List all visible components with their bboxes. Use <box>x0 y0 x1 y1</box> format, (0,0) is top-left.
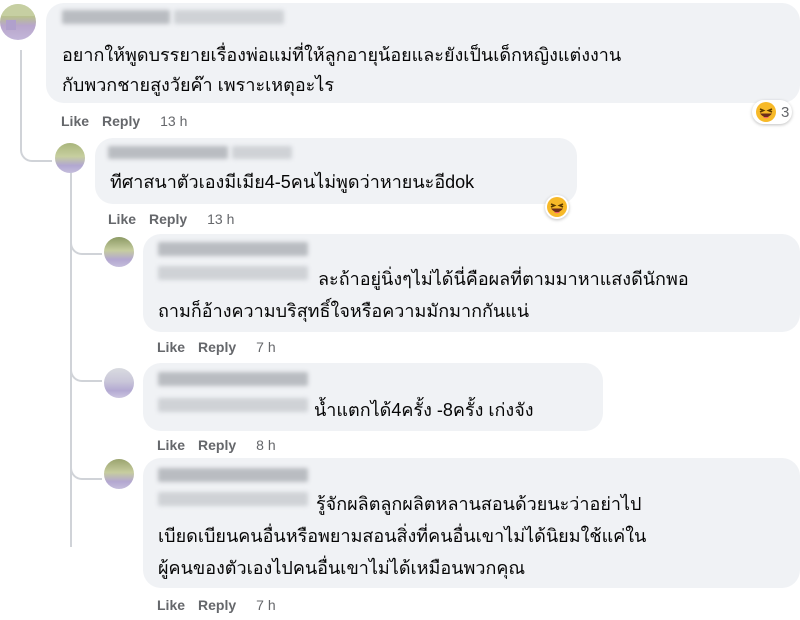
reply-button[interactable]: Reply <box>102 113 140 129</box>
comment-text: กับพวกชายสูงวัยค๊า เพราะเหตุอะไร <box>62 75 335 95</box>
reaction-summary[interactable] <box>545 195 569 219</box>
comment-text: ถามก็อ้างความบริสุทธิ์ใจหรือความมักมากกั… <box>158 301 530 321</box>
timestamp[interactable]: 13 h <box>160 113 187 129</box>
author-name-blurred[interactable] <box>158 492 308 506</box>
thread-connector <box>70 225 102 255</box>
avatar[interactable] <box>104 459 134 489</box>
comment-actions: Like Reply 13 h <box>61 112 187 130</box>
reaction-count: 3 <box>781 103 790 121</box>
timestamp[interactable]: 7 h <box>256 597 275 613</box>
author-name-blurred[interactable] <box>158 468 308 482</box>
comment-actions: Like Reply 7 h <box>157 596 276 614</box>
author-name-blurred[interactable] <box>62 10 170 24</box>
thread-connector <box>20 130 52 162</box>
reaction-summary[interactable]: 3 <box>752 100 793 124</box>
avatar[interactable] <box>55 143 85 173</box>
comment-text: ทีศาสนาตัวเองมีเมีย4-5คนไม่พูดว่าหายนะอี… <box>110 172 475 192</box>
author-name-blurred[interactable] <box>158 398 308 412</box>
timestamp[interactable]: 7 h <box>256 339 275 355</box>
avatar[interactable] <box>0 4 36 40</box>
avatar[interactable] <box>104 237 134 267</box>
like-button[interactable]: Like <box>157 597 185 613</box>
author-name-blurred[interactable] <box>108 146 228 159</box>
thread-connector <box>70 352 102 382</box>
comment-text: รู้จักผลิตลูกผลิตหลานสอนด้วยนะว่าอย่าไป <box>316 494 642 514</box>
comment-actions: Like Reply 7 h <box>157 338 276 356</box>
author-name-blurred[interactable] <box>232 146 292 159</box>
comment-text: อยากให้พูดบรรยายเรื่องพ่อแม่ที่ให้ลูกอาย… <box>62 45 622 65</box>
comment-text: เบียดเบียนคนอื่นหรือพยามสอนสิ่งที่คนอื่น… <box>158 526 647 546</box>
reply-button[interactable]: Reply <box>198 437 236 453</box>
comment-text: ละถ้าอยู่นิ่งๆไม่ได้นี่คือผลที่ตามมาหาแส… <box>318 269 689 289</box>
timestamp[interactable]: 8 h <box>256 437 275 453</box>
like-button[interactable]: Like <box>108 211 136 227</box>
author-name-blurred[interactable] <box>158 242 308 256</box>
laughing-emoji-icon <box>547 197 567 217</box>
laughing-emoji-icon <box>756 102 776 122</box>
comment-text: น้ำแตกได้4ครั้ง -8ครั้ง เก่งจัง <box>314 400 534 420</box>
reply-button[interactable]: Reply <box>198 597 236 613</box>
like-button[interactable]: Like <box>61 113 89 129</box>
comment-actions: Like Reply 13 h <box>108 210 234 228</box>
like-button[interactable]: Like <box>157 437 185 453</box>
like-button[interactable]: Like <box>157 339 185 355</box>
reply-button[interactable]: Reply <box>149 211 187 227</box>
reply-button[interactable]: Reply <box>198 339 236 355</box>
author-name-blurred[interactable] <box>158 266 308 280</box>
timestamp[interactable]: 13 h <box>207 211 234 227</box>
avatar[interactable] <box>104 368 134 398</box>
author-name-blurred[interactable] <box>158 372 308 386</box>
comment-actions: Like Reply 8 h <box>157 436 276 454</box>
comment-text: ผู้คนของตัวเองไปคนอื่นเขาไม่ได้เหมือนพวก… <box>158 558 526 578</box>
thread-connector <box>70 450 102 480</box>
author-name-blurred[interactable] <box>174 10 284 24</box>
